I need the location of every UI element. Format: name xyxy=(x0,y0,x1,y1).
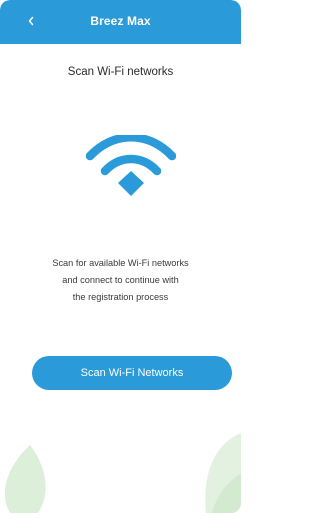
page-heading: Scan Wi-Fi networks xyxy=(67,66,174,78)
description-line: Scan for available Wi-Fi networks xyxy=(52,258,189,268)
description-line: the registration process xyxy=(72,292,169,302)
scan-wifi-button[interactable]: Scan Wi-Fi Networks xyxy=(32,356,232,390)
wifi-icon xyxy=(86,135,176,196)
leaf-decoration-left xyxy=(4,445,46,513)
app-title: Breez Max xyxy=(90,14,151,28)
app-bar: Breez Max xyxy=(0,0,241,44)
leaf-decoration-right xyxy=(205,433,241,513)
description: Scan for available Wi-Fi networks and co… xyxy=(20,255,221,306)
description-line: and connect to continue with xyxy=(62,275,179,285)
app-screen: Breez Max Scan Wi-Fi networks Scan for a… xyxy=(0,0,241,513)
